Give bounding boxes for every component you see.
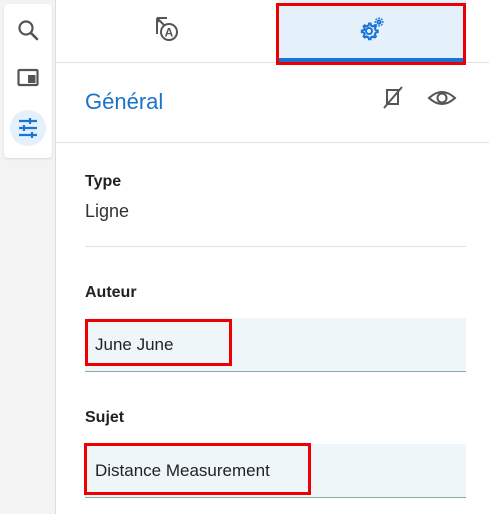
author-input[interactable] (85, 318, 466, 372)
annotation-icon: A (151, 14, 181, 49)
search-icon (16, 18, 40, 42)
svg-text:A: A (165, 25, 174, 39)
eye-icon (427, 83, 457, 118)
hide-toggle-button[interactable] (377, 84, 409, 116)
properties-panel: A Général Type Ligne Auteur June June Su… (55, 0, 489, 514)
panel-toggle-button[interactable] (10, 60, 46, 96)
tab-settings[interactable] (278, 0, 466, 62)
left-toolbar (4, 4, 52, 158)
subject-label: Sujet (85, 409, 125, 426)
section-header: Général (56, 62, 489, 143)
divider (85, 246, 466, 247)
hide-off-icon (379, 84, 407, 117)
tab-annotation[interactable]: A (56, 0, 276, 62)
author-label: Auteur (85, 284, 137, 301)
properties-button[interactable] (10, 110, 46, 146)
type-label: Type (85, 173, 122, 190)
panel-icon (16, 66, 40, 90)
panel-tabs: A (56, 0, 489, 65)
search-button[interactable] (10, 12, 46, 48)
settings-gear-icon (358, 15, 386, 48)
visibility-button[interactable] (426, 84, 458, 116)
type-value: Ligne (85, 201, 130, 221)
subject-input[interactable] (85, 444, 466, 498)
app-root: A Général Type Ligne Auteur June June Su… (0, 0, 489, 514)
section-title: Général (85, 89, 164, 114)
sliders-icon (16, 116, 40, 140)
